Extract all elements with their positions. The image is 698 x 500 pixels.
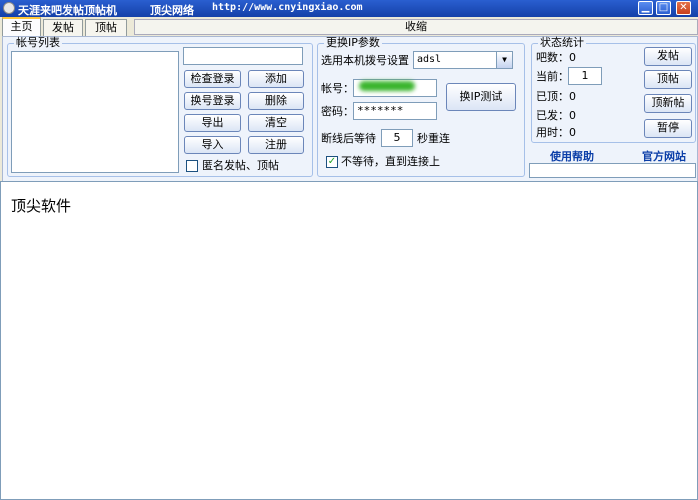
title-bar: 天涯来吧发帖顶帖机 顶尖网络 http://www.cnyingxiao.com…	[0, 0, 698, 17]
tab-post[interactable]: 发帖	[43, 19, 83, 36]
topped-value: 0	[569, 90, 576, 103]
switch-login-button[interactable]: 换号登录	[184, 92, 241, 110]
export-button[interactable]: 导出	[184, 114, 241, 132]
ip-group-title: 更换IP参数	[324, 36, 382, 49]
wait-seconds-input[interactable]: 5	[381, 129, 413, 147]
chevron-down-icon[interactable]: ▼	[496, 52, 512, 68]
dial-select-value: adsl	[417, 54, 442, 65]
account-label: 帐号：	[321, 82, 354, 95]
tab-bar: 主页 发帖 顶帖 收缩	[0, 17, 698, 36]
collapse-button[interactable]: 收缩	[134, 19, 698, 35]
add-button[interactable]: 添加	[248, 70, 304, 88]
current-input[interactable]: 1	[568, 67, 602, 85]
wait-suffix-label: 秒重连	[417, 132, 450, 145]
tab-home[interactable]: 主页	[2, 17, 41, 36]
close-button[interactable]: ✕	[676, 1, 691, 15]
topped-label: 已顶：	[536, 90, 569, 103]
bar-count-value: 0	[569, 51, 576, 64]
company-name: 顶尖网络	[150, 4, 194, 17]
check-login-button[interactable]: 检查登录	[184, 70, 241, 88]
top-button[interactable]: 顶帖	[644, 70, 692, 89]
bar-count-label: 吧数：	[536, 51, 569, 64]
anonymous-checkbox[interactable]	[186, 160, 198, 172]
top-new-button[interactable]: 顶新帖	[644, 94, 692, 113]
pause-button[interactable]: 暂停	[644, 119, 692, 138]
time-value: 0	[569, 126, 576, 139]
app-icon	[3, 2, 15, 14]
time-label: 用时：	[536, 126, 569, 139]
tab-top[interactable]: 顶帖	[85, 19, 127, 36]
posted-value: 0	[569, 109, 576, 122]
post-button[interactable]: 发帖	[644, 47, 692, 66]
delete-button[interactable]: 删除	[248, 92, 304, 110]
ip-password-input[interactable]: *******	[353, 102, 437, 120]
site-url: http://www.cnyingxiao.com	[212, 2, 363, 13]
import-button[interactable]: 导入	[184, 136, 241, 154]
account-search-input[interactable]	[183, 47, 303, 65]
window-title: 天涯来吧发帖顶帖机	[18, 4, 117, 17]
password-label: 密码：	[321, 105, 354, 118]
stats-group-title: 状态统计	[538, 36, 586, 49]
wait-prefix-label: 断线后等待	[321, 132, 376, 145]
log-area[interactable]: 顶尖软件	[0, 181, 698, 500]
status-field	[529, 163, 696, 178]
nowait-checkbox[interactable]: ✓	[326, 156, 338, 168]
minimize-button[interactable]: ▁	[638, 1, 653, 15]
nowait-label: 不等待，直到连接上	[341, 155, 440, 168]
dial-select[interactable]: adsl ▼	[413, 51, 513, 69]
official-site-link[interactable]: 官方网站	[642, 148, 686, 164]
dial-label: 选用本机拨号设置	[321, 54, 409, 67]
register-button[interactable]: 注册	[248, 136, 304, 154]
ip-test-button[interactable]: 换IP测试	[446, 83, 516, 111]
maximize-button[interactable]: □	[656, 1, 671, 15]
help-link[interactable]: 使用帮助	[550, 148, 594, 164]
clear-button[interactable]: 清空	[248, 114, 304, 132]
account-list[interactable]	[11, 51, 179, 173]
posted-label: 已发：	[536, 109, 569, 122]
current-label: 当前：	[536, 70, 569, 83]
anonymous-label: 匿名发帖、顶帖	[202, 159, 279, 172]
redacted-account-mask	[359, 81, 415, 91]
log-text: 顶尖软件	[11, 197, 72, 215]
control-panel: 帐号列表 检查登录 添加 换号登录 删除 导出 清空 导入 注册 匿名发帖、顶帖…	[2, 36, 698, 182]
app-window: 天涯来吧发帖顶帖机 顶尖网络 http://www.cnyingxiao.com…	[0, 0, 698, 500]
account-group-title: 帐号列表	[14, 36, 62, 49]
